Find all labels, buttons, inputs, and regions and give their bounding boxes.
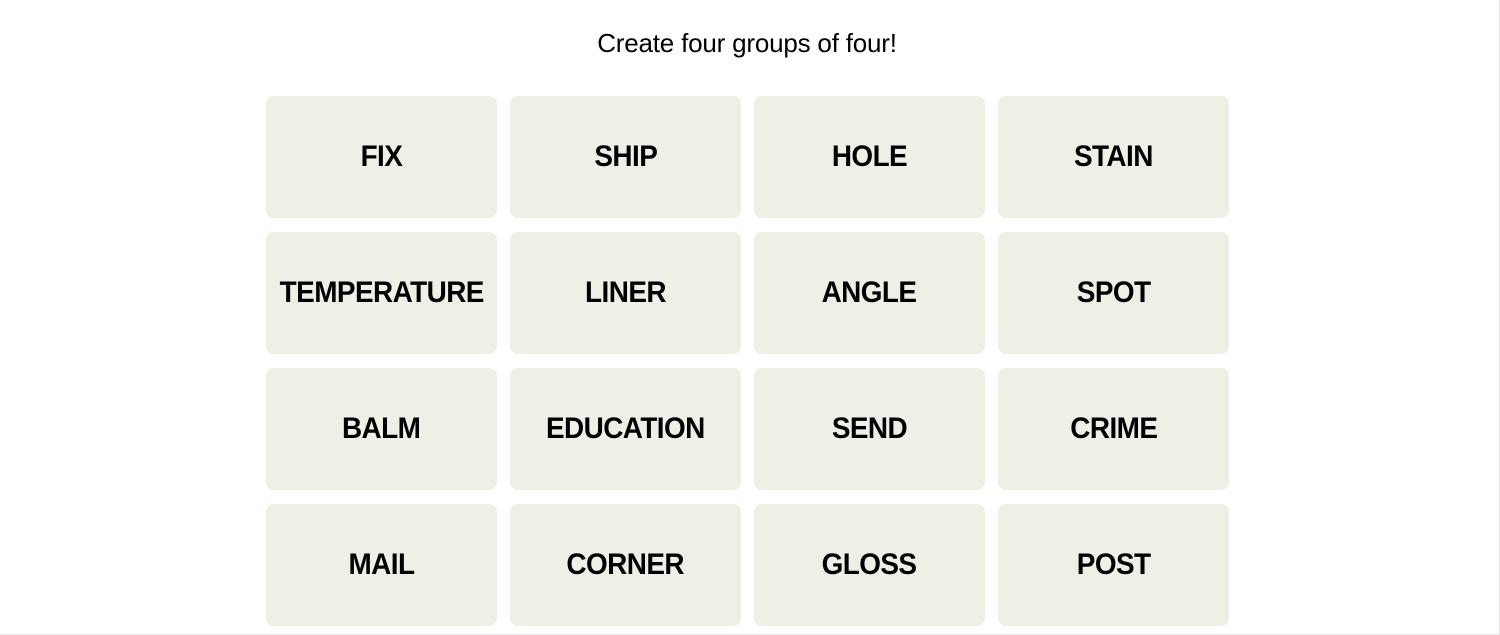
word-tile[interactable]: EDUCATION [510, 368, 741, 490]
word-tile-label: TEMPERATURE [279, 276, 484, 309]
word-tile-label: LINER [585, 276, 666, 309]
word-tile-label: EDUCATION [546, 412, 705, 445]
word-tile[interactable]: BALM [266, 368, 497, 490]
word-tile[interactable]: HOLE [754, 96, 985, 218]
word-tile[interactable]: SPOT [998, 232, 1229, 354]
word-tile-label: SHIP [594, 140, 657, 173]
word-tile-label: HOLE [831, 140, 908, 173]
word-tile-label: STAIN [1074, 140, 1153, 173]
word-grid: FIX SHIP HOLE STAIN TEMPERATURE LINER AN… [266, 96, 1229, 626]
word-tile-label: POST [1076, 548, 1151, 581]
word-tile[interactable]: POST [998, 504, 1229, 626]
word-tile-label: FIX [360, 140, 403, 173]
word-tile-label: CRIME [1069, 412, 1158, 445]
word-tile-label: ANGLE [822, 276, 917, 309]
word-tile[interactable]: CORNER [510, 504, 741, 626]
word-tile[interactable]: MAIL [266, 504, 497, 626]
word-tile-label: SPOT [1076, 276, 1151, 309]
instructions-text: Create four groups of four! [597, 28, 897, 58]
word-tile[interactable]: GLOSS [754, 504, 985, 626]
word-tile[interactable]: SEND [754, 368, 985, 490]
word-tile-label: BALM [342, 412, 421, 445]
word-tile[interactable]: ANGLE [754, 232, 985, 354]
word-tile-label: MAIL [348, 548, 416, 581]
word-tile[interactable]: FIX [266, 96, 497, 218]
word-tile-label: GLOSS [822, 548, 917, 581]
word-tile[interactable]: CRIME [998, 368, 1229, 490]
word-tile[interactable]: TEMPERATURE [266, 232, 497, 354]
word-tile-label: SEND [831, 412, 908, 445]
word-tile[interactable]: SHIP [510, 96, 741, 218]
word-tile[interactable]: STAIN [998, 96, 1229, 218]
word-tile[interactable]: LINER [510, 232, 741, 354]
word-tile-label: CORNER [566, 548, 685, 581]
